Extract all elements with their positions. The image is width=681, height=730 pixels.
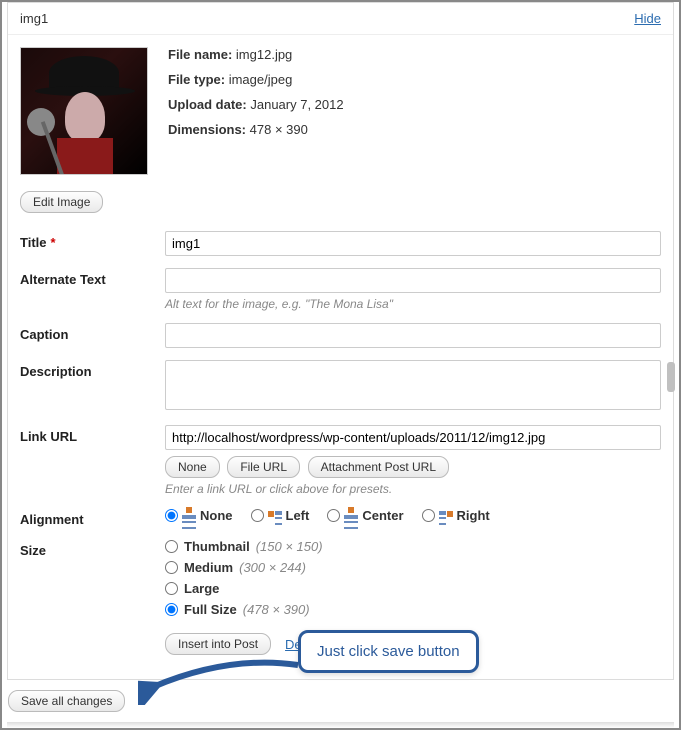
link-none-button[interactable]: None <box>165 456 220 478</box>
size-medium-option[interactable]: Medium (300 × 244) <box>165 560 661 575</box>
size-large-option[interactable]: Large <box>165 581 661 596</box>
link-file-url-button[interactable]: File URL <box>227 456 300 478</box>
align-center-radio[interactable] <box>327 509 340 522</box>
alt-text-label: Alternate Text <box>20 268 165 287</box>
title-input[interactable] <box>165 231 661 256</box>
attachment-meta: File name: img12.jpg File type: image/jp… <box>168 47 661 175</box>
scrollbar-thumb[interactable] <box>667 362 675 392</box>
align-left-icon <box>268 511 282 521</box>
dimensions-label: Dimensions: <box>168 122 246 137</box>
dimensions-value: 478 × 390 <box>250 122 308 137</box>
alt-text-input[interactable] <box>165 268 661 293</box>
save-all-changes-button[interactable]: Save all changes <box>8 690 125 712</box>
caption-label: Caption <box>20 323 165 342</box>
upload-date-value: January 7, 2012 <box>250 97 343 112</box>
align-right-option[interactable]: Right <box>422 508 490 523</box>
size-full-option[interactable]: Full Size (478 × 390) <box>165 602 661 617</box>
description-label: Description <box>20 360 165 379</box>
filetype-label: File type: <box>168 72 225 87</box>
description-input[interactable] <box>165 360 661 410</box>
align-left-option[interactable]: Left <box>251 508 310 523</box>
align-left-radio[interactable] <box>251 509 264 522</box>
media-item-panel: img1 Hide File name: img12.jpg File type… <box>7 2 674 680</box>
annotation-arrow-icon <box>138 645 308 705</box>
align-center-option[interactable]: Center <box>327 508 403 523</box>
attachment-thumbnail <box>20 47 148 175</box>
alignment-label: Alignment <box>20 508 165 527</box>
align-center-icon <box>344 511 358 521</box>
link-attachment-url-button[interactable]: Attachment Post URL <box>308 456 449 478</box>
edit-image-button[interactable]: Edit Image <box>20 191 103 213</box>
align-none-radio[interactable] <box>165 509 178 522</box>
align-right-icon <box>439 511 453 521</box>
filetype-value: image/jpeg <box>229 72 293 87</box>
size-thumbnail-option[interactable]: Thumbnail (150 × 150) <box>165 539 661 554</box>
caption-input[interactable] <box>165 323 661 348</box>
filename-value: img12.jpg <box>236 47 292 62</box>
align-right-radio[interactable] <box>422 509 435 522</box>
hide-link[interactable]: Hide <box>634 11 661 26</box>
alt-text-hint: Alt text for the image, e.g. "The Mona L… <box>165 297 661 311</box>
panel-title: img1 <box>20 11 48 26</box>
size-large-radio[interactable] <box>165 582 178 595</box>
link-url-label: Link URL <box>20 425 165 444</box>
filename-label: File name: <box>168 47 232 62</box>
required-marker: * <box>51 235 56 250</box>
panel-header: img1 Hide <box>8 3 673 35</box>
annotation-callout: Just click save button <box>298 630 479 673</box>
size-label: Size <box>20 539 165 558</box>
link-url-hint: Enter a link URL or click above for pres… <box>165 482 661 496</box>
size-full-radio[interactable] <box>165 603 178 616</box>
link-url-input[interactable] <box>165 425 661 450</box>
size-thumbnail-radio[interactable] <box>165 540 178 553</box>
align-none-icon <box>182 511 196 521</box>
size-medium-radio[interactable] <box>165 561 178 574</box>
title-label: Title <box>20 235 47 250</box>
upload-date-label: Upload date: <box>168 97 247 112</box>
align-none-option[interactable]: None <box>165 508 233 523</box>
